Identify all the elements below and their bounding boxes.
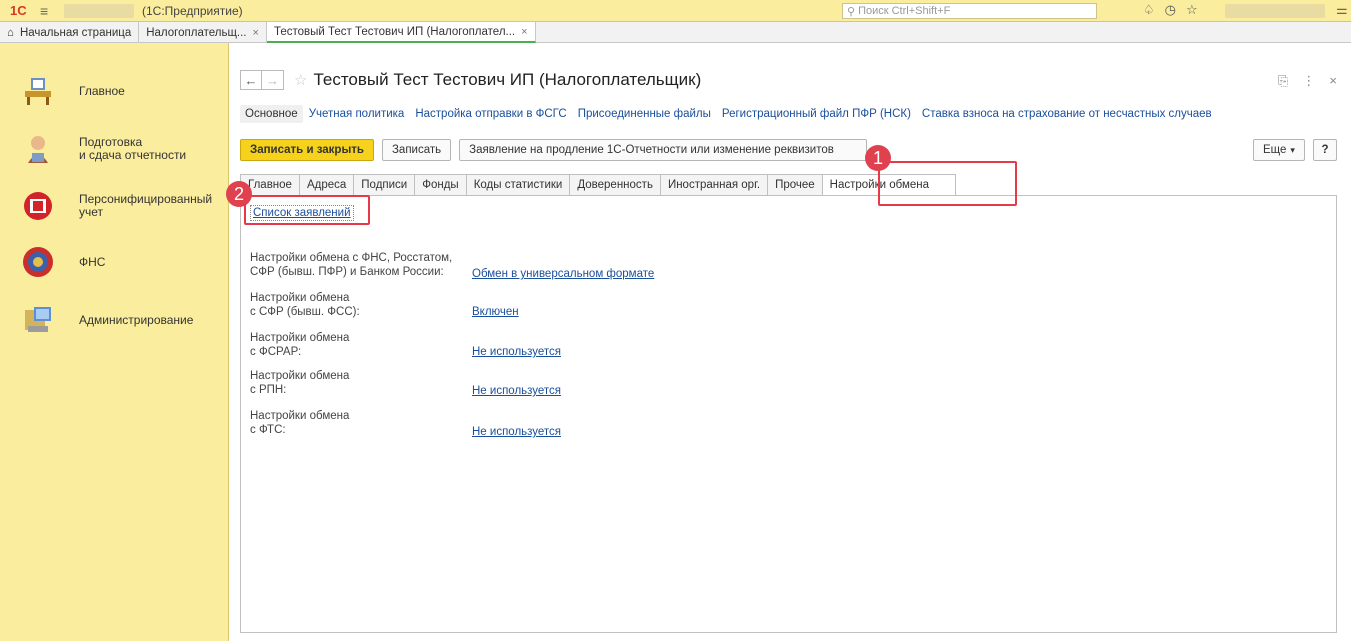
sidebar-item-personified[interactable]: Персонифицированный учет (0, 184, 229, 228)
tab-foreign-org[interactable]: Иностранная орг. (659, 174, 768, 196)
title-icons: ♤ ◷ ☆ (1143, 2, 1198, 18)
application-button[interactable]: Заявление на продление 1С-Отчетности или… (459, 139, 868, 161)
fsrar-settings-label: Настройки обмена с ФСРАР: (250, 332, 350, 358)
back-arrow-icon[interactable]: ← (240, 70, 262, 90)
blurred-user-name (1225, 4, 1325, 18)
computer-icon (25, 307, 51, 332)
sidebar-label: Администрирование (79, 312, 194, 327)
annotation-badge-1: 1 (865, 145, 891, 171)
form-header-icons: ⎘ ⋮ × (1278, 73, 1337, 89)
app-name: (1С:Предприятие) (142, 3, 243, 18)
search-placeholder: Поиск Ctrl+Shift+F (858, 5, 951, 17)
section-link-accident-rate[interactable]: Ставка взноса на страхование от несчастн… (922, 108, 1212, 120)
save-and-close-button[interactable]: Записать и закрыть (240, 139, 374, 161)
highlight-applications-link (244, 195, 370, 225)
close-icon[interactable]: × (521, 26, 527, 38)
section-link-pfr-registration[interactable]: Регистрационный файл ПФР (НСК) (722, 108, 911, 120)
close-icon[interactable]: × (1329, 73, 1337, 89)
close-icon[interactable]: × (253, 27, 259, 39)
more-vertical-icon[interactable]: ⋮ (1302, 73, 1315, 89)
highlight-exchange-tab (878, 161, 1017, 206)
fts-settings-value-link[interactable]: Не используется (472, 426, 561, 438)
tab-addresses[interactable]: Адреса (298, 174, 354, 196)
fns-emblem-icon (23, 247, 53, 277)
tab-power-of-attorney[interactable]: Доверенность (569, 174, 660, 196)
tab-label: Тестовый Тест Тестович ИП (Налогоплател.… (273, 25, 516, 38)
favorite-star-icon[interactable]: ☆ (294, 71, 307, 89)
rpn-settings-label: Настройки обмена с РПН: (250, 370, 350, 396)
more-label: Еще (1263, 144, 1287, 156)
chevron-down-icon: ▾ (1290, 144, 1295, 155)
1c-logo-icon[interactable]: 1С (10, 3, 32, 18)
section-link-attached-files[interactable]: Присоединенные файлы (578, 108, 711, 120)
help-button[interactable]: ? (1313, 139, 1337, 161)
home-icon: ⌂ (7, 26, 14, 39)
sidebar-label: Подготовка и сдача отчетности (79, 135, 187, 162)
accountant-icon (28, 136, 48, 163)
pfr-logo-icon (24, 192, 52, 220)
sidebar-item-admin[interactable]: Администрирование (0, 298, 229, 342)
history-icon[interactable]: ◷ (1165, 2, 1176, 18)
link-icon[interactable]: ⎘ (1278, 73, 1288, 89)
global-search-input[interactable]: ⚲ Поиск Ctrl+Shift+F (842, 3, 1097, 19)
section-link-fsgs-settings[interactable]: Настройка отправки в ФСГС (415, 108, 566, 120)
fts-settings-label: Настройки обмена с ФТС: (250, 410, 350, 436)
sidebar-label: Главное (79, 83, 125, 98)
desk-icon (25, 78, 51, 105)
forward-arrow-icon[interactable]: → (262, 70, 284, 90)
save-button[interactable]: Записать (381, 139, 452, 161)
fns-settings-label: Настройки обмена с ФНС, Росстатом, СФР (… (250, 252, 453, 278)
bell-icon[interactable]: ♤ (1143, 2, 1155, 18)
section-link-main[interactable]: Основное (240, 105, 303, 123)
sections-sidebar: Главное Подготовка и сдача отчетности Пе… (0, 43, 229, 641)
menu-icon[interactable]: ≡ (40, 3, 54, 19)
tab-taxpayer-list[interactable]: Налогоплательщ... × (139, 22, 267, 43)
tab-funds[interactable]: Фонды (414, 174, 466, 196)
tab-home-page[interactable]: ⌂ Начальная страница (0, 22, 140, 43)
search-icon: ⚲ (847, 5, 856, 18)
fns-settings-value-link[interactable]: Обмен в универсальном формате (472, 268, 654, 280)
tab-other[interactable]: Прочее (767, 174, 822, 196)
sidebar-label: Персонифицированный учет (79, 192, 213, 219)
sidebar-label: ФНС (79, 254, 106, 269)
blurred-base-name (64, 3, 134, 18)
command-bar: Записать и закрыть Записать Заявление на… (240, 139, 868, 161)
section-link-accounting-policy[interactable]: Учетная политика (309, 108, 405, 120)
sfr-settings-label: Настройки обмена с СФР (бывш. ФСС): (250, 292, 360, 318)
fsrar-settings-value-link[interactable]: Не используется (472, 346, 561, 358)
more-button[interactable]: Еще ▾ (1253, 139, 1305, 161)
rpn-settings-value-link[interactable]: Не используется (472, 385, 561, 397)
window-tab-strip: ⌂ Начальная страница Налогоплательщ... ×… (0, 22, 1351, 43)
tab-label: Налогоплательщ... (146, 26, 247, 39)
tab-statistics-codes[interactable]: Коды статистики (465, 174, 570, 196)
form-tabs: Главное Адреса Подписи Фонды Коды статис… (240, 174, 956, 196)
tab-label: Начальная страница (19, 26, 132, 39)
favorites-star-icon[interactable]: ☆ (1186, 2, 1198, 18)
sidebar-item-reporting[interactable]: Подготовка и сдача отчетности (0, 127, 229, 171)
main-menu-icon[interactable]: ⚌ (1336, 2, 1348, 18)
annotation-badge-2: 2 (226, 181, 252, 207)
form-header: ← → ☆ Тестовый Тест Тестович ИП (Налогоп… (240, 70, 701, 90)
page-title: Тестовый Тест Тестович ИП (Налогоплатель… (313, 70, 702, 89)
sidebar-item-fns[interactable]: ФНС (0, 240, 229, 284)
title-bar: 1С ≡ (1С:Предприятие) ⚲ Поиск Ctrl+Shift… (0, 0, 1351, 22)
form-section-links: Основное Учетная политика Настройка отпр… (240, 103, 1223, 125)
sidebar-item-main[interactable]: Главное (0, 69, 229, 113)
tab-taxpayer-form[interactable]: Тестовый Тест Тестович ИП (Налогоплател.… (266, 22, 536, 43)
tab-signatures[interactable]: Подписи (353, 174, 415, 196)
sfr-settings-value-link[interactable]: Включен (472, 306, 519, 318)
